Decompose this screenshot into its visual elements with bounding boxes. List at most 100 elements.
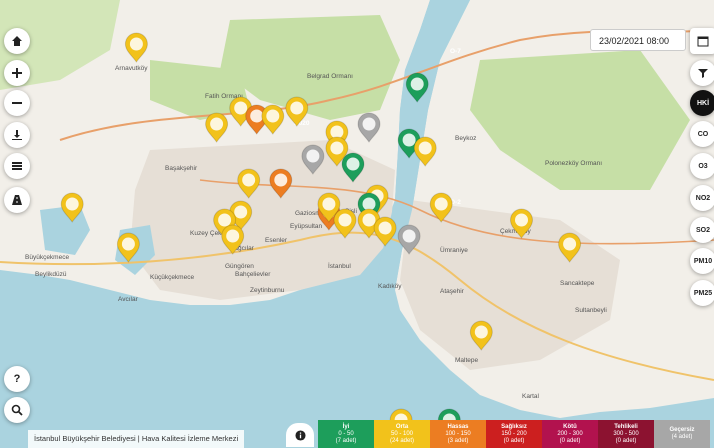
legend-ln: Hassas (447, 423, 469, 430)
place-label: Kartal (522, 393, 540, 400)
ibb-logo-icon (121, 237, 135, 251)
place-label: Başakşehir (165, 165, 198, 172)
place-label: Arnavutköy (115, 65, 148, 72)
place-label: Esenler (265, 237, 288, 244)
legend-lr: 200 - 300 (557, 430, 583, 437)
ibb-logo-icon (362, 213, 376, 227)
legend-item-1[interactable]: İyi 0 - 50 (7 adet) (318, 420, 374, 448)
ibb-logo-icon (129, 37, 143, 51)
place-label: Küçükçekmece (150, 274, 194, 281)
pollutant-label: CO (697, 130, 709, 138)
ibb-logo-icon (338, 213, 352, 227)
ibb-logo-icon (515, 213, 528, 227)
map-canvas[interactable]: ArnavutköyBelgrad OrmanıFatih OrmanıBaşa… (0, 0, 714, 448)
pollutant-label: HKİ (696, 99, 710, 107)
ibb-logo-icon (418, 141, 432, 155)
legend-ln: Kötü (563, 423, 577, 430)
help-icon[interactable]: ? (4, 366, 30, 392)
ibb-logo-icon (402, 229, 416, 243)
legend-item-5[interactable]: Kötü 200 - 300 (0 adet) (542, 420, 598, 448)
zoom-in-icon[interactable] (4, 60, 30, 86)
place-label: Güngören (225, 263, 254, 270)
aqi-legend: İyi 0 - 50 (7 adet) Orta 50 - 100 (24 adet) Ha… (318, 420, 710, 448)
pollutant-button-co[interactable]: CO (690, 121, 714, 147)
place-label: Bahçelievler (235, 271, 271, 278)
ibb-logo-icon (250, 109, 264, 123)
place-label: Sancaktepe (560, 280, 595, 287)
pollutant-button-pm10[interactable]: PM10 (690, 248, 714, 274)
pollutant-label: SO2 (695, 226, 710, 234)
road-icon[interactable] (4, 187, 30, 213)
place-label: Eyüpsultan (290, 223, 323, 230)
legend-ln: Geçersiz (669, 427, 695, 433)
ibb-logo-icon (362, 117, 376, 131)
ibb-logo-icon (322, 197, 336, 211)
ibb-logo-icon (65, 197, 79, 211)
place-label: Ataşehir (440, 288, 465, 295)
place-label: Ümraniye (440, 246, 468, 254)
ibb-logo-icon (330, 141, 344, 155)
pollutant-label: NO2 (695, 194, 711, 202)
pollutant-button-o3[interactable]: O3 (690, 153, 714, 179)
legend-lr: 100 - 150 (445, 430, 471, 437)
place-label: Belgrad Ormanı (307, 73, 353, 80)
calendar-icon[interactable] (690, 28, 714, 54)
legend-ln: Orta (395, 423, 409, 430)
legend-item-4[interactable]: Sağlıksız 150 - 200 (0 adet) (486, 420, 542, 448)
pollutant-label: PM10 (693, 257, 713, 265)
place-label: Kadıköy (378, 283, 402, 290)
ibb-logo-icon (234, 205, 248, 219)
list-icon[interactable] (4, 153, 30, 179)
legend-item-7[interactable]: Geçersiz (4 adet) (654, 420, 710, 448)
zoom-out-icon[interactable] (4, 90, 30, 116)
place-label: Zeytinburnu (250, 287, 285, 294)
ibb-logo-icon (274, 173, 288, 187)
legend-lc: (0 adet) (615, 437, 637, 444)
ibb-logo-icon (242, 173, 256, 187)
home-icon[interactable] (4, 28, 30, 54)
legend-lr: 0 - 50 (338, 430, 354, 437)
ibb-logo-icon (402, 133, 416, 147)
pollutant-button-no2[interactable]: NO2 (690, 185, 714, 211)
ibb-logo-icon (346, 157, 360, 171)
pollutant-button-pm25[interactable]: PM25 (690, 280, 714, 306)
legend-lr: 300 - 500 (613, 430, 639, 437)
ibb-logo-icon (266, 109, 280, 123)
place-label: O-7 (450, 48, 461, 55)
ibb-logo-icon (474, 325, 488, 339)
ibb-logo-icon (210, 117, 224, 131)
legend-lr: 50 - 100 (390, 430, 414, 437)
search-icon[interactable] (4, 397, 30, 423)
place-label: Maltepe (455, 357, 479, 364)
pollutant-button-so2[interactable]: SO2 (690, 217, 714, 243)
legend-ln: Tehlikeli (614, 423, 638, 430)
ibb-logo-icon (234, 101, 248, 115)
legend-lc: (4 adet) (671, 434, 693, 440)
download-icon[interactable] (4, 122, 30, 148)
date-input[interactable]: 23/02/2021 08:00 (590, 29, 686, 51)
pollutant-label: O3 (698, 162, 708, 170)
ibb-logo-icon (290, 101, 304, 115)
pollutant-button-hki[interactable]: HKİ (690, 90, 714, 116)
legend-ln: İyi (342, 423, 350, 430)
legend-lc: (24 adet) (389, 437, 414, 444)
ibb-logo-icon (218, 213, 232, 227)
place-label: Beylikdüzü (35, 271, 67, 278)
ibb-logo-icon (563, 237, 577, 251)
legend-lc: (0 adet) (559, 437, 581, 444)
attribution-text: İstanbul Büyükşehir Belediyesi | Hava Ka… (28, 430, 245, 448)
ibb-logo-icon (434, 197, 448, 211)
legend-lr: 150 - 200 (501, 430, 527, 437)
place-label: Beykoz (455, 135, 476, 142)
place-label: Sultanbeyli (575, 307, 607, 314)
legend-lc: (0 adet) (503, 437, 525, 444)
filter-icon[interactable] (690, 60, 714, 86)
legend-item-6[interactable]: Tehlikeli 300 - 500 (0 adet) (598, 420, 654, 448)
legend-item-2[interactable]: Orta 50 - 100 (24 adet) (374, 420, 430, 448)
place-label: Polonezköy Ormanı (545, 160, 602, 167)
legend-item-3[interactable]: Hassas 100 - 150 (3 adet) (430, 420, 486, 448)
ibb-logo-icon (306, 149, 320, 163)
info-icon[interactable] (286, 423, 314, 447)
ibb-logo-icon (226, 229, 240, 243)
legend-lc: (3 adet) (447, 437, 469, 444)
